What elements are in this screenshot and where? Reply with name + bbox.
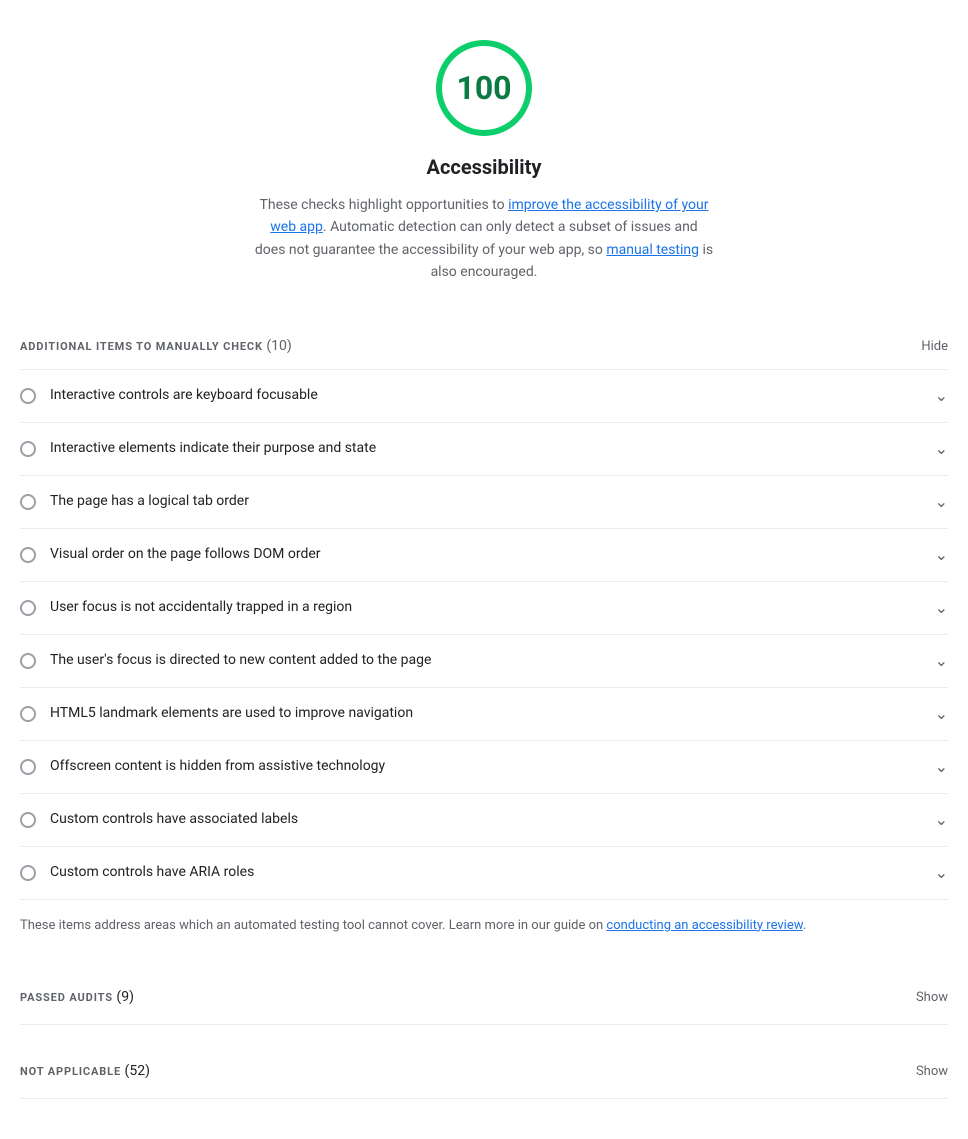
audit-status-icon <box>20 653 36 669</box>
score-value: 100 <box>456 64 511 112</box>
description-prefix: These checks highlight opportunities to <box>260 197 509 213</box>
chevron-down-icon: ⌄ <box>935 861 948 885</box>
audit-label: The page has a logical tab order <box>50 491 249 512</box>
passed-audits-section: PASSED AUDITS (9) Show <box>20 987 948 1025</box>
footer-prefix: These items address areas which an autom… <box>20 918 606 933</box>
passed-audits-title: PASSED AUDITS <box>20 991 113 1004</box>
chevron-down-icon: ⌄ <box>935 490 948 514</box>
audit-item[interactable]: HTML5 landmark elements are used to impr… <box>20 688 948 741</box>
audit-status-icon <box>20 441 36 457</box>
audit-label: Visual order on the page follows DOM ord… <box>50 544 321 565</box>
footer-suffix: . <box>803 918 806 933</box>
manual-check-title: ADDITIONAL ITEMS TO MANUALLY CHECK (10) <box>20 336 292 357</box>
manual-check-count: (10) <box>266 338 291 354</box>
page-title: Accessibility <box>20 152 948 182</box>
audit-status-icon <box>20 865 36 881</box>
audit-item[interactable]: Offscreen content is hidden from assisti… <box>20 741 948 794</box>
passed-audits-count: (9) <box>116 989 134 1005</box>
audit-status-icon <box>20 600 36 616</box>
audit-item[interactable]: Interactive controls are keyboard focusa… <box>20 370 948 423</box>
passed-audits-toggle[interactable]: Show <box>916 990 948 1005</box>
manual-testing-link[interactable]: manual testing <box>606 242 699 258</box>
not-applicable-section: NOT APPLICABLE (52) Show <box>20 1061 948 1099</box>
accessibility-review-link[interactable]: conducting an accessibility review <box>606 918 802 933</box>
audit-status-icon <box>20 706 36 722</box>
audit-label: Interactive elements indicate their purp… <box>50 438 376 459</box>
audit-item[interactable]: The page has a logical tab order ⌄ <box>20 476 948 529</box>
audit-label: HTML5 landmark elements are used to impr… <box>50 703 413 724</box>
chevron-down-icon: ⌄ <box>935 808 948 832</box>
chevron-down-icon: ⌄ <box>935 755 948 779</box>
audit-item[interactable]: The user's focus is directed to new cont… <box>20 635 948 688</box>
passed-audits-title-group: PASSED AUDITS (9) <box>20 987 134 1008</box>
not-applicable-title: NOT APPLICABLE <box>20 1065 121 1078</box>
not-applicable-title-group: NOT APPLICABLE (52) <box>20 1061 150 1082</box>
audit-item[interactable]: Custom controls have ARIA roles ⌄ <box>20 847 948 899</box>
audit-status-icon <box>20 547 36 563</box>
manual-check-footer-note: These items address areas which an autom… <box>20 900 948 952</box>
score-circle: 100 <box>436 40 532 136</box>
chevron-down-icon: ⌄ <box>935 384 948 408</box>
chevron-down-icon: ⌄ <box>935 702 948 726</box>
manual-check-title-text: ADDITIONAL ITEMS TO MANUALLY CHECK <box>20 340 263 353</box>
audit-label: Custom controls have associated labels <box>50 809 298 830</box>
manual-check-section-header: ADDITIONAL ITEMS TO MANUALLY CHECK (10) … <box>20 308 948 370</box>
audit-status-icon <box>20 759 36 775</box>
score-section: 100 Accessibility These checks highlight… <box>20 40 948 284</box>
chevron-down-icon: ⌄ <box>935 437 948 461</box>
not-applicable-toggle[interactable]: Show <box>916 1064 948 1079</box>
audit-item[interactable]: Visual order on the page follows DOM ord… <box>20 529 948 582</box>
audit-label: Custom controls have ARIA roles <box>50 862 254 883</box>
passed-audits-header: PASSED AUDITS (9) Show <box>20 987 948 1025</box>
audit-status-icon <box>20 812 36 828</box>
audit-list: Interactive controls are keyboard focusa… <box>20 370 948 900</box>
not-applicable-header: NOT APPLICABLE (52) Show <box>20 1061 948 1099</box>
chevron-down-icon: ⌄ <box>935 543 948 567</box>
chevron-down-icon: ⌄ <box>935 649 948 673</box>
audit-status-icon <box>20 388 36 404</box>
audit-label: User focus is not accidentally trapped i… <box>50 597 352 618</box>
audit-label: Offscreen content is hidden from assisti… <box>50 756 385 777</box>
audit-status-icon <box>20 494 36 510</box>
not-applicable-count: (52) <box>125 1063 150 1079</box>
audit-label: Interactive controls are keyboard focusa… <box>50 385 318 406</box>
score-description: These checks highlight opportunities to … <box>254 194 714 284</box>
audit-item[interactable]: Interactive elements indicate their purp… <box>20 423 948 476</box>
audit-label: The user's focus is directed to new cont… <box>50 650 431 671</box>
chevron-down-icon: ⌄ <box>935 596 948 620</box>
audit-item[interactable]: Custom controls have associated labels ⌄ <box>20 794 948 847</box>
audit-item[interactable]: User focus is not accidentally trapped i… <box>20 582 948 635</box>
manual-check-toggle[interactable]: Hide <box>921 339 948 354</box>
